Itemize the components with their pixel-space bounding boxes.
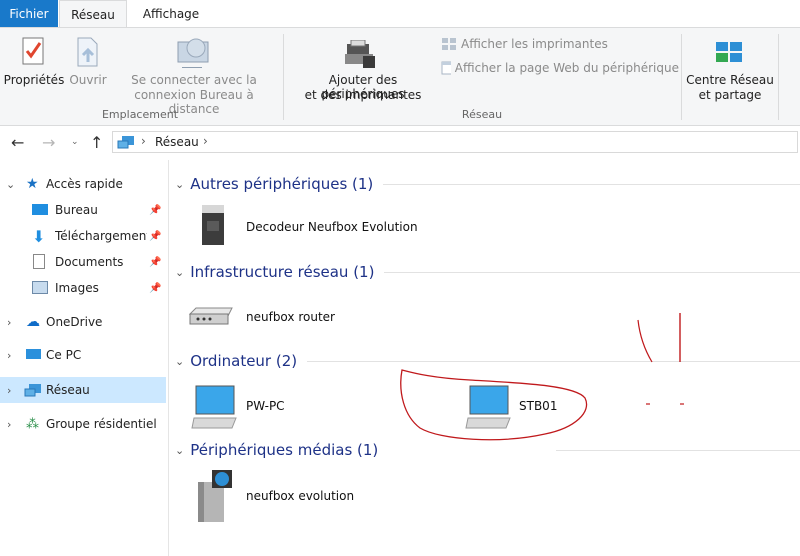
annotation-stroke bbox=[637, 319, 653, 363]
annotation-circle bbox=[400, 369, 588, 441]
annotation-overlay bbox=[400, 313, 684, 441]
